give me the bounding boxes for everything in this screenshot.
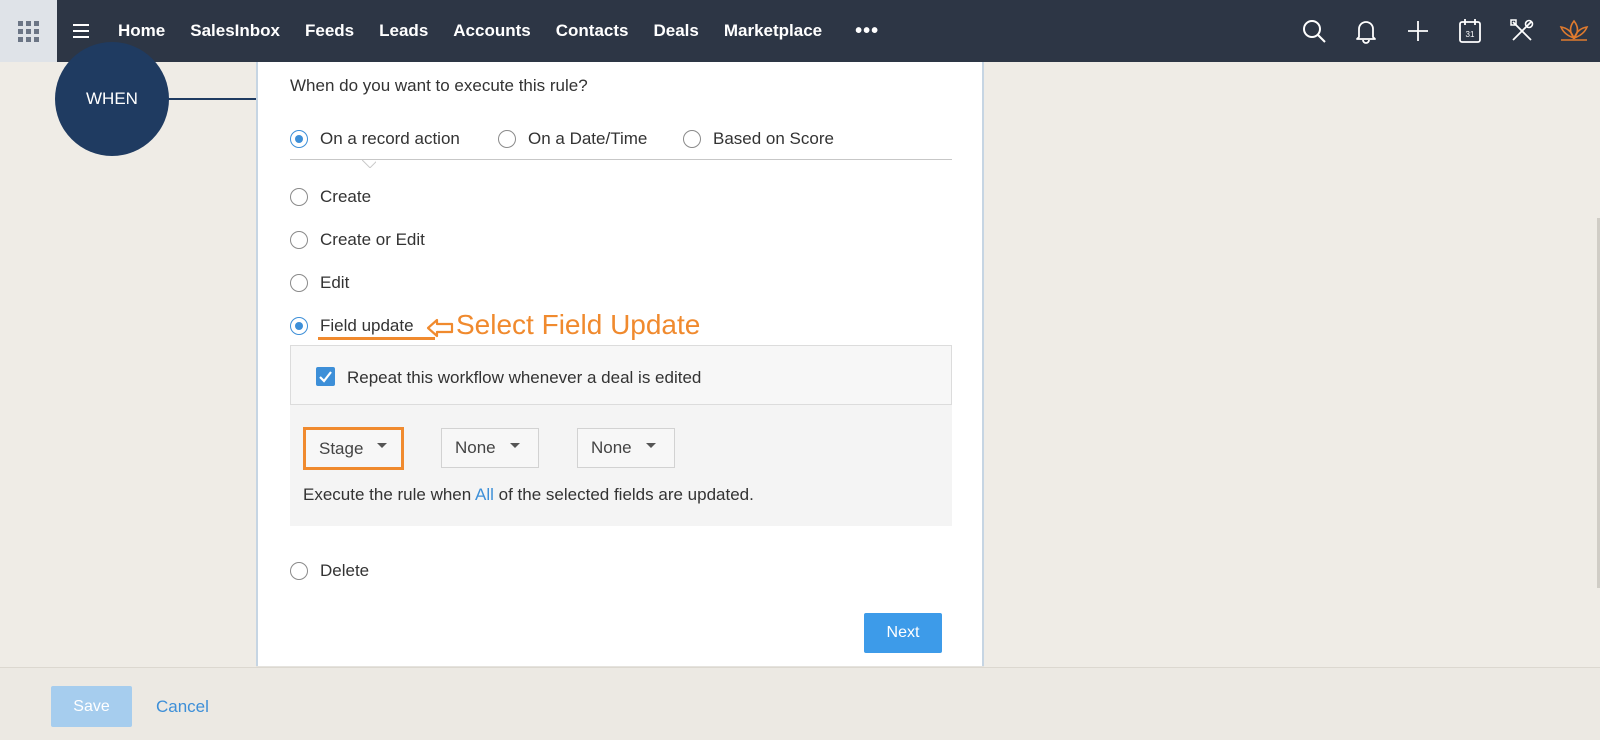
execute-suffix: of the selected fields are updated. — [498, 485, 754, 504]
annotation-arrow-icon — [426, 317, 454, 344]
radio-button[interactable] — [290, 188, 308, 206]
nav-item-contacts[interactable]: Contacts — [556, 21, 629, 41]
field-select-2[interactable]: None — [441, 428, 539, 468]
tab-caret — [362, 160, 376, 168]
flow-connector — [168, 98, 258, 100]
more-nav-button[interactable]: ••• — [855, 20, 879, 43]
execute-prefix: Execute the rule when — [303, 485, 472, 504]
radio-button[interactable] — [498, 130, 516, 148]
radio-label: Create or Edit — [320, 230, 425, 249]
radio-button[interactable] — [683, 130, 701, 148]
trigger-score[interactable]: Based on Score — [683, 129, 834, 149]
action-field-update[interactable]: Field update — [290, 316, 414, 336]
nav-item-accounts[interactable]: Accounts — [453, 21, 530, 41]
radio-label: Create — [320, 187, 372, 206]
trigger-record-action[interactable]: On a record action — [290, 129, 460, 149]
action-delete[interactable]: Delete — [290, 561, 369, 581]
radio-button[interactable] — [290, 317, 308, 335]
repeat-label: Repeat this workflow whenever a deal is … — [347, 368, 702, 387]
annotation-underline — [318, 337, 435, 340]
tools-icon[interactable] — [1496, 0, 1548, 62]
lotus-icon[interactable] — [1548, 0, 1600, 62]
repeat-checkbox[interactable] — [316, 367, 335, 386]
nav-item-home[interactable]: Home — [118, 21, 165, 41]
app-switcher-button[interactable] — [0, 0, 57, 62]
radio-label: Edit — [320, 273, 350, 292]
nav-item-marketplace[interactable]: Marketplace — [724, 21, 822, 41]
tab-divider — [290, 159, 952, 160]
action-create[interactable]: Create — [290, 187, 371, 207]
next-button[interactable]: Next — [864, 613, 942, 653]
grid-icon — [18, 20, 39, 42]
radio-button[interactable] — [290, 231, 308, 249]
radio-button[interactable] — [290, 130, 308, 148]
action-create-or-edit[interactable]: Create or Edit — [290, 230, 425, 250]
chevron-down-icon — [377, 443, 388, 448]
execute-condition-text: Execute the rule when All of the selecte… — [303, 485, 754, 505]
field-select-value: Stage — [319, 438, 364, 458]
field-select-stage[interactable]: Stage — [303, 427, 404, 470]
cancel-link[interactable]: Cancel — [156, 697, 209, 717]
bottom-action-bar — [0, 667, 1600, 740]
radio-label: On a record action — [320, 129, 460, 148]
trigger-date-time[interactable]: On a Date/Time — [498, 129, 647, 149]
nav-item-salesinbox[interactable]: SalesInbox — [190, 21, 280, 41]
annotation-text: Select Field Update — [456, 309, 701, 340]
nav-item-deals[interactable]: Deals — [653, 21, 698, 41]
top-icon-group: 31 — [1288, 0, 1600, 62]
nav-item-leads[interactable]: Leads — [379, 21, 428, 41]
radio-button[interactable] — [290, 562, 308, 580]
chevron-down-icon — [645, 442, 656, 448]
top-nav-bar: Home SalesInbox Feeds Leads Accounts Con… — [0, 0, 1600, 62]
calendar-icon[interactable]: 31 — [1444, 0, 1496, 62]
radio-label: Field update — [320, 316, 414, 335]
chevron-down-icon — [509, 442, 520, 448]
execute-mode-link[interactable]: All — [475, 485, 494, 504]
rule-question: When do you want to execute this rule? — [290, 76, 588, 95]
save-button[interactable]: Save — [51, 686, 132, 727]
field-select-value: None — [591, 438, 632, 457]
search-icon[interactable] — [1288, 0, 1340, 62]
field-select-3[interactable]: None — [577, 428, 675, 468]
action-edit[interactable]: Edit — [290, 273, 349, 293]
when-node[interactable]: WHEN — [55, 42, 169, 156]
radio-label: Delete — [320, 561, 370, 580]
calendar-day-text: 31 — [1466, 30, 1475, 39]
radio-button[interactable] — [290, 274, 308, 292]
nav-item-feeds[interactable]: Feeds — [305, 21, 354, 41]
radio-label: Based on Score — [713, 129, 834, 148]
radio-label: On a Date/Time — [528, 129, 648, 148]
main-nav: Home SalesInbox Feeds Leads Accounts Con… — [118, 20, 879, 43]
plus-icon[interactable] — [1392, 0, 1444, 62]
check-icon — [319, 371, 332, 383]
field-select-value: None — [455, 438, 496, 457]
bell-icon[interactable] — [1340, 0, 1392, 62]
